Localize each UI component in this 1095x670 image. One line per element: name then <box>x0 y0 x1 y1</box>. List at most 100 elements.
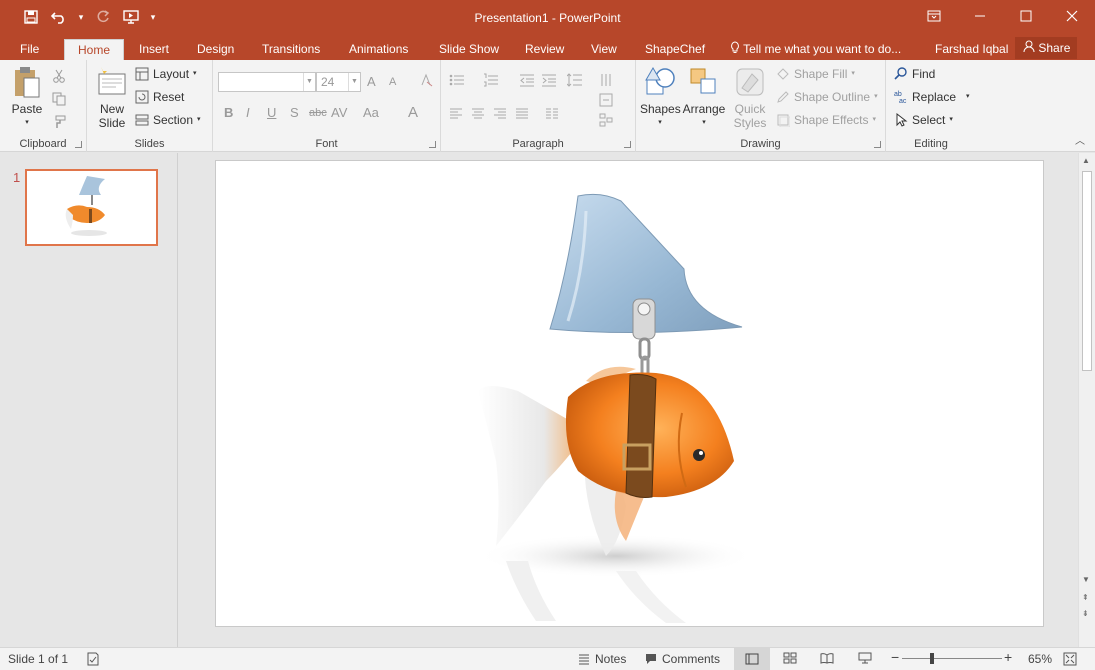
normal-view-button[interactable] <box>734 648 770 670</box>
new-slide-button[interactable]: New Slide <box>93 66 131 130</box>
bold-button[interactable]: B <box>224 105 233 120</box>
paragraph-launcher-icon[interactable] <box>624 141 631 148</box>
arrange-label: Arrange <box>682 102 726 116</box>
svg-text:ab: ab <box>894 91 902 98</box>
fit-slide-icon[interactable] <box>1063 652 1077 666</box>
shape-fill-button[interactable]: Shape Fill ▾ <box>776 64 855 84</box>
font-name-input[interactable]: ▼ <box>218 72 316 92</box>
scroll-up-icon[interactable]: ▲ <box>1082 156 1090 165</box>
underline-button[interactable]: U <box>267 105 276 120</box>
new-slide-icon <box>96 66 128 98</box>
tell-me-search[interactable]: Tell me what you want to do... <box>730 39 901 59</box>
align-text-icon[interactable] <box>599 90 613 110</box>
maximize-icon[interactable] <box>1003 0 1049 32</box>
zoom-out-button[interactable]: − <box>891 649 899 665</box>
tab-slide-show[interactable]: Slide Show <box>429 39 509 60</box>
window-controls <box>911 0 1095 32</box>
tab-animations[interactable]: Animations <box>339 39 418 60</box>
font-launcher-icon[interactable] <box>429 141 436 148</box>
vertical-scrollbar[interactable]: ▲ ▼ ⇞ ⇟ <box>1078 153 1095 647</box>
change-case-button[interactable]: Aa <box>363 105 379 120</box>
slide-show-button[interactable] <box>858 652 872 664</box>
clear-formatting-icon[interactable] <box>419 73 433 90</box>
slide-thumbnail[interactable] <box>25 169 158 246</box>
minimize-icon[interactable] <box>957 0 1003 32</box>
justify-icon[interactable] <box>515 104 529 124</box>
cut-icon[interactable] <box>52 66 66 86</box>
comments-button[interactable]: Comments <box>645 652 720 666</box>
character-spacing-button[interactable]: AV <box>331 105 347 120</box>
tab-home[interactable]: Home <box>64 39 124 60</box>
find-button[interactable]: Find <box>894 64 935 84</box>
layout-button[interactable]: Layout ▾ <box>135 64 197 84</box>
drawing-launcher-icon[interactable] <box>874 141 881 148</box>
share-button[interactable]: Share <box>1015 37 1077 59</box>
shape-effects-button[interactable]: Shape Effects ▾ <box>776 110 876 130</box>
font-size-dropdown-icon[interactable]: ▼ <box>348 73 360 91</box>
decrease-font-size-icon[interactable]: A <box>389 76 396 88</box>
text-direction-icon[interactable] <box>599 70 613 90</box>
zoom-level[interactable]: 65% <box>1028 652 1052 666</box>
user-account[interactable]: Farshad Iqbal <box>935 39 1008 59</box>
scroll-down-icon[interactable]: ▼ <box>1082 575 1090 584</box>
reset-button[interactable]: Reset <box>135 87 184 107</box>
shape-effects-dropdown-icon: ▾ <box>872 116 877 123</box>
align-left-icon[interactable] <box>449 104 463 124</box>
decrease-indent-icon[interactable] <box>519 70 535 90</box>
bullets-icon[interactable] <box>449 70 465 90</box>
increase-indent-icon[interactable] <box>541 70 557 90</box>
tab-view[interactable]: View <box>581 39 627 60</box>
reading-view-button[interactable] <box>820 652 834 664</box>
text-shadow-button[interactable]: S <box>290 105 299 120</box>
notes-button[interactable]: Notes <box>578 652 626 666</box>
columns-icon[interactable] <box>545 104 559 124</box>
clipboard-launcher-icon[interactable] <box>75 141 82 148</box>
tab-transitions[interactable]: Transitions <box>252 39 330 60</box>
section-button[interactable]: Section ▾ <box>135 110 201 130</box>
tab-review[interactable]: Review <box>515 39 574 60</box>
slides-group: New Slide Layout ▾ Reset Section ▾ Slide… <box>87 60 213 152</box>
tab-file[interactable]: File <box>10 39 49 60</box>
tab-design[interactable]: Design <box>187 39 244 60</box>
tab-shapechef[interactable]: ShapeChef <box>635 39 715 60</box>
title-bar: ▾ ▾ Presentation1 - PowerPoint <box>0 0 1095 36</box>
arrange-button[interactable]: Arrange ▾ <box>682 66 726 130</box>
close-icon[interactable] <box>1049 0 1095 32</box>
spell-check-icon[interactable] <box>86 652 100 666</box>
numbering-icon[interactable] <box>483 70 499 90</box>
paste-button[interactable]: Paste ▾ <box>8 66 46 130</box>
quick-styles-button[interactable]: Quick Styles <box>730 66 770 130</box>
slide-sorter-button[interactable] <box>783 652 797 664</box>
italic-button[interactable]: I <box>246 105 250 120</box>
collapse-ribbon-icon[interactable]: ︿ <box>1075 132 1085 147</box>
reset-label: Reset <box>153 90 185 104</box>
zoom-slider-track[interactable] <box>902 658 1002 659</box>
ribbon-display-options-icon[interactable] <box>911 0 957 32</box>
line-spacing-icon[interactable] <box>567 70 583 90</box>
smartart-icon[interactable] <box>599 110 613 130</box>
strikethrough-button[interactable]: abc <box>309 107 327 119</box>
align-right-icon[interactable] <box>493 104 507 124</box>
format-painter-icon[interactable] <box>52 112 66 132</box>
shape-outline-button[interactable]: Shape Outline ▾ <box>776 87 878 107</box>
slide-canvas[interactable] <box>215 160 1044 627</box>
font-color-button[interactable]: A <box>408 104 418 121</box>
replace-button[interactable]: ab ac Replace ▾ <box>894 87 970 107</box>
select-button[interactable]: Select ▾ <box>894 110 953 130</box>
scrollbar-thumb[interactable] <box>1082 171 1092 371</box>
select-label: Select <box>912 113 946 127</box>
font-name-dropdown-icon[interactable]: ▼ <box>303 73 315 91</box>
tab-insert[interactable]: Insert <box>129 39 179 60</box>
zoom-slider-knob[interactable] <box>930 653 934 664</box>
slide-show-icon <box>858 652 872 664</box>
copy-icon[interactable] <box>52 89 66 109</box>
shapes-button[interactable]: Shapes ▾ <box>640 66 681 130</box>
align-center-icon[interactable] <box>471 104 485 124</box>
zoom-in-button[interactable]: + <box>1004 649 1012 665</box>
quick-styles-icon <box>734 66 766 98</box>
increase-font-size-icon[interactable]: A <box>367 74 376 89</box>
font-size-input[interactable]: 24 ▼ <box>316 72 361 92</box>
next-slide-icon[interactable]: ⇟ <box>1082 609 1089 618</box>
previous-slide-icon[interactable]: ⇞ <box>1082 593 1089 602</box>
status-bar: Slide 1 of 1 Notes Comments − + 65% <box>0 647 1095 670</box>
